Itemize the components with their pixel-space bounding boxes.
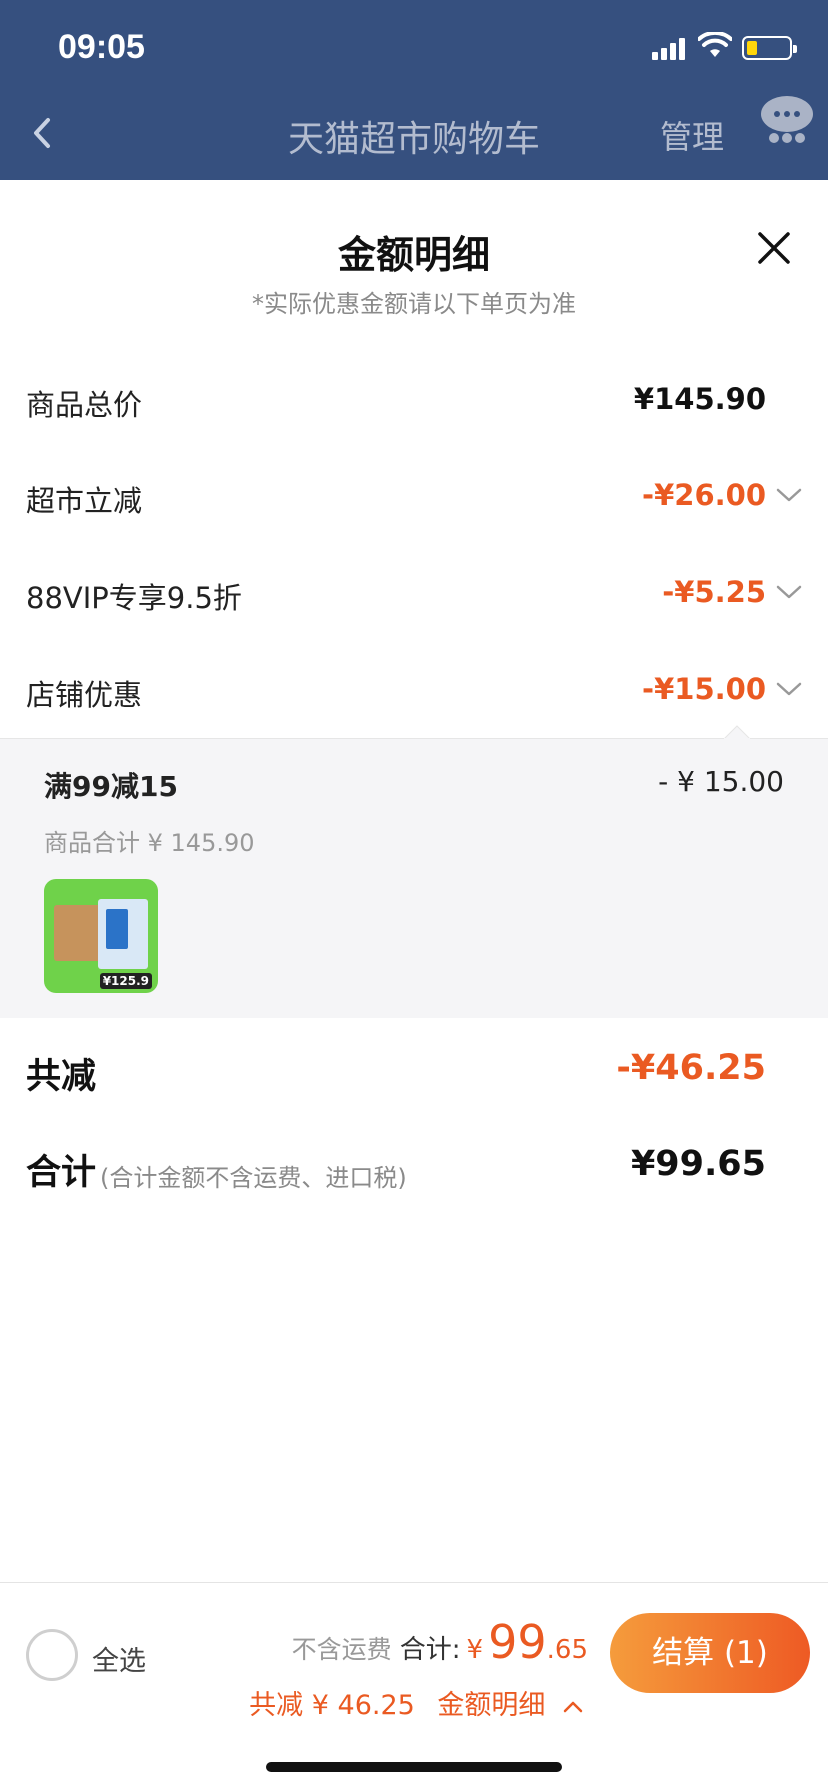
amount-detail-toggle[interactable]: 共减 ¥ 46.25 金额明细 <box>249 1683 584 1722</box>
pointer-arrow <box>724 725 750 739</box>
status-bar: 09:05 <box>0 0 828 92</box>
thumbnail-price-tag: ¥125.9 <box>99 973 152 989</box>
row-value: -¥15.00 <box>642 672 766 706</box>
checkout-bar: 全选 不含运费 合计: ¥ 99.65 共减 ¥ 46.25 金额明细 结算 (1) <box>0 1582 828 1792</box>
total-decimal: .65 <box>546 1635 588 1665</box>
row-88vip-discount[interactable]: 88VIP专享9.5折 -¥5.25 <box>0 563 828 623</box>
total-discount-value: -¥46.25 <box>616 1048 766 1088</box>
shop-discount-detail: 满99减15 - ¥ 15.00 商品合计 ¥ 145.90 ¥125.9 <box>0 725 828 1018</box>
bottom-total: 不含运费 合计: ¥ 99.65 <box>292 1615 588 1669</box>
amount-detail-link[interactable]: 金额明细 <box>437 1690 545 1721</box>
total-integer: 99 <box>488 1615 547 1669</box>
row-label: 88VIP专享9.5折 <box>26 581 242 615</box>
grand-total-value: ¥99.65 <box>630 1144 766 1184</box>
sheet-title: 金额明细 <box>337 233 490 277</box>
row-goods-total: 商品总价 ¥145.90 <box>0 370 828 430</box>
checkout-button[interactable]: 结算 (1) <box>610 1613 810 1693</box>
row-label: 超市立减 <box>26 484 143 518</box>
chevron-down-icon[interactable] <box>774 484 804 506</box>
total-label: 合计: <box>399 1635 461 1665</box>
select-all-label[interactable]: 全选 <box>92 1639 146 1678</box>
row-label: 店铺优惠 <box>26 678 143 712</box>
navbar: 天猫超市购物车 管理 <box>0 92 828 180</box>
manage-button[interactable]: 管理 <box>660 112 724 158</box>
amount-detail-sheet: 金额明细 *实际优惠金额请以下单页为准 商品总价 ¥145.90 超市立减 -¥… <box>0 180 828 1792</box>
row-value: ¥145.90 <box>633 382 766 416</box>
chevron-down-icon[interactable] <box>774 581 804 603</box>
row-shop-discount[interactable]: 店铺优惠 -¥15.00 <box>0 660 828 720</box>
battery-icon <box>742 36 797 60</box>
grand-total-note: (合计金额不含运费、进口税) <box>100 1164 407 1192</box>
close-icon[interactable] <box>752 226 796 270</box>
cellular-signal-icon <box>652 36 688 60</box>
chevron-up-icon[interactable] <box>562 1699 584 1715</box>
sheet-subtitle: *实际优惠金额请以下单页为准 <box>252 290 576 318</box>
wifi-icon <box>698 32 732 57</box>
grand-total-label: 合计 <box>26 1153 97 1193</box>
product-thumbnail[interactable]: ¥125.9 <box>44 879 158 993</box>
promo-subtotal: 商品合计 ¥ 145.90 <box>44 829 255 857</box>
row-value: -¥5.25 <box>662 575 766 609</box>
chevron-down-icon[interactable] <box>774 678 804 700</box>
header-background: 09:05 天猫超市购物车 管理 <box>0 0 828 180</box>
bottom-discount: 共减 ¥ 46.25 <box>249 1690 415 1721</box>
status-time: 09:05 <box>58 28 145 66</box>
row-value: -¥26.00 <box>642 478 766 512</box>
home-indicator <box>266 1762 562 1772</box>
row-supermarket-discount[interactable]: 超市立减 -¥26.00 <box>0 466 828 526</box>
select-all-checkbox[interactable] <box>26 1629 78 1681</box>
promo-title: 满99减15 <box>44 770 178 803</box>
row-label: 商品总价 <box>26 388 143 422</box>
promo-amount: - ¥ 15.00 <box>658 765 784 798</box>
grand-total-row: 合计 (合计金额不含运费、进口税) ¥99.65 <box>0 1144 828 1204</box>
more-menu-icon[interactable] <box>760 94 814 148</box>
currency-symbol: ¥ <box>466 1635 483 1665</box>
total-discount-label: 共减 <box>26 1057 97 1097</box>
no-shipping-note: 不含运费 <box>291 1635 392 1664</box>
total-discount-row: 共减 -¥46.25 <box>0 1048 828 1108</box>
